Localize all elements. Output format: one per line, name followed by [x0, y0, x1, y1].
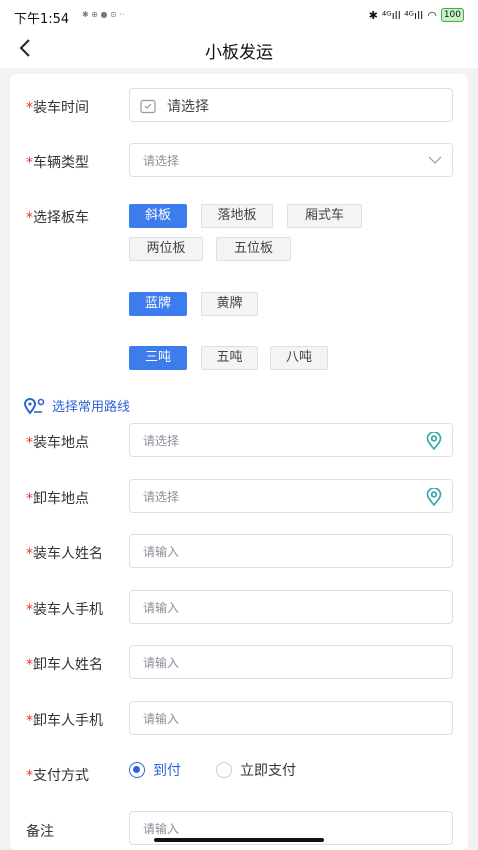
- loader-phone-label: *装车人手机: [26, 602, 103, 618]
- unload-place-label: *卸车地点: [26, 491, 89, 507]
- plate-option-blue[interactable]: 蓝牌: [129, 292, 187, 316]
- vehicle-type-placeholder: 请选择: [143, 154, 180, 168]
- radio-unselected-icon: [216, 762, 232, 778]
- trailer-option-flatbed[interactable]: 落地板: [201, 204, 273, 228]
- calendar-icon: [140, 99, 156, 114]
- status-right: ✱ ⁴ᴳıll ⁴ᴳıll ◠ 100: [369, 8, 464, 22]
- load-place-label: *装车地点: [26, 435, 89, 451]
- remark-label: 备注: [26, 824, 54, 840]
- trailer-option-two-slot[interactable]: 两位板: [129, 237, 203, 261]
- notification-icons: ✱ ⊕ ● ⊙ ··: [82, 10, 125, 19]
- loader-phone-input[interactable]: 请输入: [129, 590, 453, 624]
- common-route-link[interactable]: 选择常用路线: [24, 396, 130, 415]
- page-title: 小板发运: [205, 43, 273, 63]
- loader-name-placeholder: 请输入: [143, 545, 180, 559]
- tonnage-option-five[interactable]: 五吨: [201, 346, 258, 370]
- form-card: *装车时间 请选择 *车辆类型 请选择 *选择板车 斜板 落地板 厢式车 两位板…: [10, 74, 468, 850]
- home-indicator: [154, 838, 324, 842]
- vehicle-type-label: *车辆类型: [26, 155, 89, 171]
- route-icon: [24, 397, 45, 414]
- status-bar: 下午1:54 ✱ ⊕ ● ⊙ ·· ✱ ⁴ᴳıll ⁴ᴳıll ◠ 100: [0, 0, 478, 30]
- status-time: 下午1:54: [14, 12, 70, 27]
- loader-phone-placeholder: 请输入: [143, 601, 180, 615]
- payment-option-now-label: 立即支付: [240, 763, 296, 779]
- unloader-phone-label: *卸车人手机: [26, 713, 103, 729]
- unloader-phone-placeholder: 请输入: [143, 712, 180, 726]
- trailer-option-five-slot[interactable]: 五位板: [216, 237, 291, 261]
- load-place-picker[interactable]: 请选择: [129, 423, 453, 457]
- wifi-icon: ◠: [427, 8, 437, 22]
- unload-place-placeholder: 请选择: [143, 490, 180, 504]
- tonnage-option-eight[interactable]: 八吨: [270, 346, 328, 370]
- chevron-down-icon: [428, 156, 442, 164]
- unloader-name-input[interactable]: 请输入: [129, 645, 453, 679]
- trailer-option-box[interactable]: 厢式车: [287, 204, 362, 228]
- vehicle-type-select[interactable]: 请选择: [129, 143, 453, 177]
- trailer-option-slant[interactable]: 斜板: [129, 204, 187, 228]
- unload-place-picker[interactable]: 请选择: [129, 479, 453, 513]
- payment-option-cod-label: 到付: [153, 763, 181, 779]
- remark-placeholder: 请输入: [143, 822, 180, 836]
- load-time-placeholder: 请选择: [167, 99, 209, 115]
- payment-option-cod[interactable]: 到付: [129, 760, 181, 780]
- route-link-text: 选择常用路线: [52, 400, 131, 415]
- nav-bar: 小板发运: [0, 30, 478, 68]
- load-place-placeholder: 请选择: [143, 434, 180, 448]
- payment-option-now[interactable]: 立即支付: [216, 760, 296, 780]
- tonnage-option-three[interactable]: 三吨: [129, 346, 187, 370]
- network-signal: ⁴ᴳıll ⁴ᴳıll: [381, 8, 424, 22]
- load-time-picker[interactable]: 请选择: [129, 88, 453, 122]
- payment-label: *支付方式: [26, 768, 89, 784]
- unloader-name-placeholder: 请输入: [143, 656, 180, 670]
- loader-name-label: *装车人姓名: [26, 546, 103, 562]
- plate-option-yellow[interactable]: 黄牌: [201, 292, 258, 316]
- trailer-label: *选择板车: [26, 210, 89, 226]
- location-pin-icon[interactable]: [426, 432, 442, 450]
- bluetooth-icon: ✱: [368, 8, 378, 22]
- unloader-name-label: *卸车人姓名: [26, 657, 103, 673]
- unloader-phone-input[interactable]: 请输入: [129, 701, 453, 735]
- loader-name-input[interactable]: 请输入: [129, 534, 453, 568]
- battery-indicator: 100: [440, 8, 464, 22]
- load-time-label: *装车时间: [26, 100, 89, 116]
- radio-selected-icon: [129, 762, 145, 778]
- location-pin-icon[interactable]: [426, 488, 442, 506]
